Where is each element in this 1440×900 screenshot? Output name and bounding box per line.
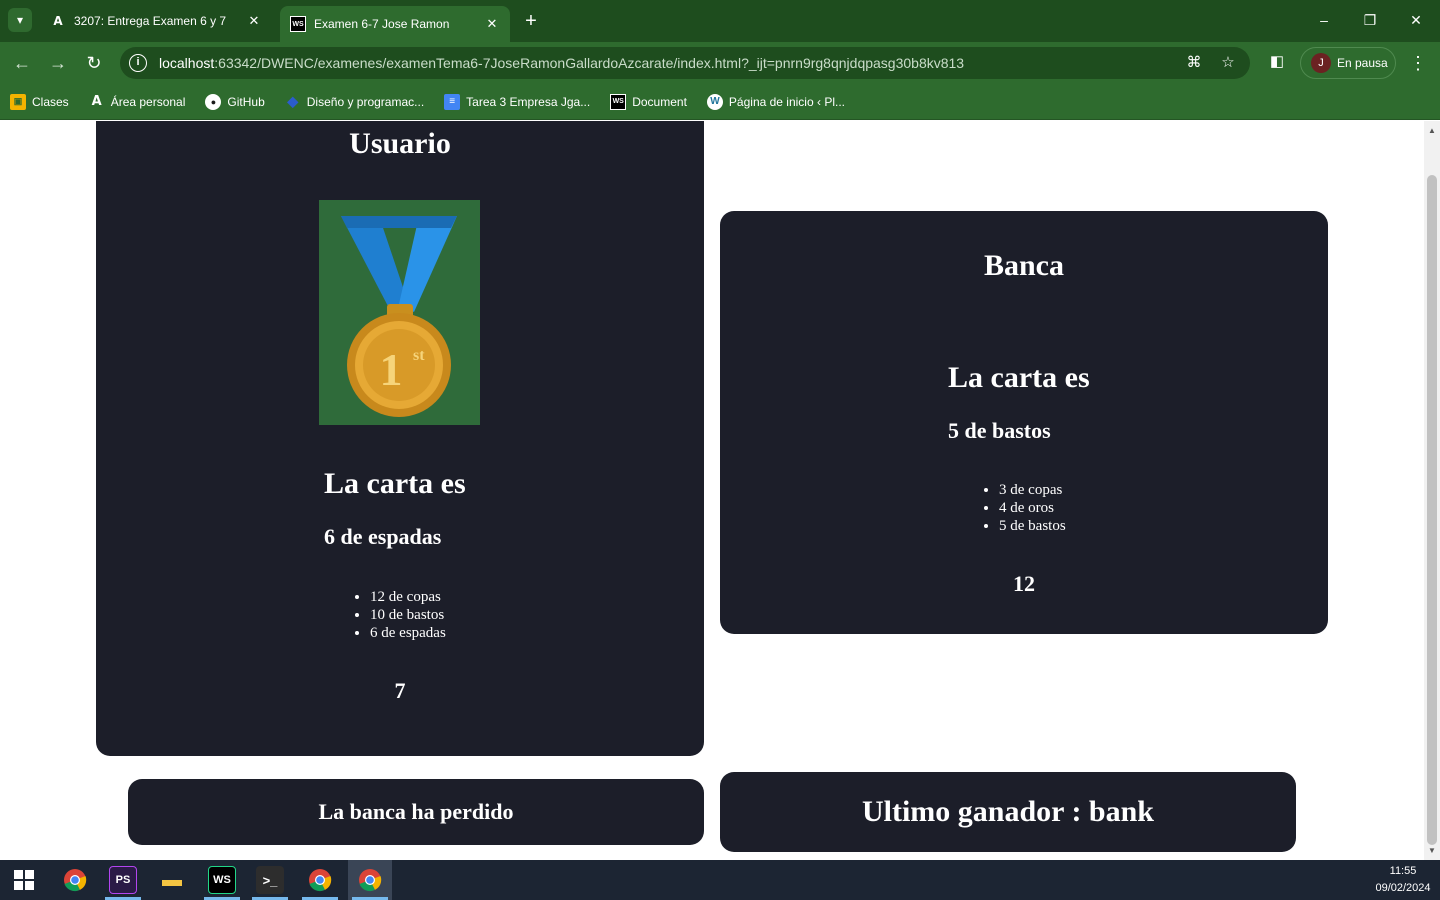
a-icon: A <box>53 14 63 28</box>
ws-icon: WS <box>610 93 627 110</box>
file-explorer-icon[interactable]: ▬ <box>158 866 186 894</box>
tab-title: 3207: Entrega Examen 6 y 7 <box>74 14 227 28</box>
docs-icon: ≡ <box>444 93 461 110</box>
phpstorm-icon[interactable]: PS <box>109 866 137 894</box>
windows-start-icon[interactable] <box>14 870 34 890</box>
address-bar[interactable]: i localhost:63342/DWENC/examenes/examenT… <box>120 47 1250 79</box>
list-item: 4 de oros <box>999 499 1066 517</box>
chrome-profile-icon[interactable] <box>306 866 334 894</box>
new-tab-plus-icon[interactable]: + <box>520 10 542 32</box>
side-panel-icon[interactable]: ◧ <box>1268 53 1286 71</box>
scroll-thumb[interactable] <box>1427 175 1437 845</box>
bookmark-star-icon[interactable]: ☆ <box>1218 53 1238 73</box>
design-icon: ◆ <box>287 93 299 109</box>
tab-search-chevron-icon[interactable]: ▾ <box>8 8 32 32</box>
list-item: 12 de copas <box>370 588 446 606</box>
webstorm-icon[interactable]: WS <box>208 866 236 894</box>
close-window-icon[interactable]: ✕ <box>1404 8 1428 32</box>
svg-text:1: 1 <box>380 344 403 395</box>
bookmark-label: Diseño y programac... <box>306 94 425 109</box>
chrome-icon[interactable] <box>61 866 89 894</box>
user-total: 7 <box>394 678 406 703</box>
svg-text:st: st <box>413 347 425 364</box>
bookmark-github[interactable]: ● GitHub <box>205 93 265 110</box>
list-item: 10 de bastos <box>370 606 446 624</box>
bookmark-tarea-3[interactable]: ≡ Tarea 3 Empresa Jga... <box>444 93 591 110</box>
scroll-up-icon[interactable]: ▲ <box>1428 127 1436 135</box>
github-icon: ● <box>205 93 222 110</box>
kebab-menu-icon[interactable]: ⋮ <box>1408 51 1428 75</box>
translate-icon[interactable]: ⌘ <box>1184 53 1204 73</box>
windows-taskbar: PS ▬ WS >_ 11:55 09/02/2024 <box>0 860 1440 900</box>
bookmark-area-personal[interactable]: A Área personal <box>89 94 186 110</box>
user-panel: Usuario 1 st La carta es 6 de espadas 12… <box>96 121 704 756</box>
a-icon: A <box>91 94 102 109</box>
bookmark-document[interactable]: WS Document <box>610 93 687 110</box>
clock[interactable]: 11:55 09/02/2024 <box>1370 863 1436 897</box>
site-info-icon[interactable]: i <box>129 54 147 72</box>
chrome-active-icon[interactable] <box>348 860 392 900</box>
bookmark-label: Document <box>632 94 687 109</box>
clock-date: 09/02/2024 <box>1375 882 1431 894</box>
tab-entrega-examen[interactable]: A 3207: Entrega Examen 6 y 7 ✕ <box>40 6 272 36</box>
bookmark-pagina-inicio[interactable]: W Página de inicio ‹ Pl... <box>706 93 845 110</box>
wordpress-icon: W <box>706 93 723 110</box>
user-current-card: 6 de espadas <box>324 524 442 549</box>
list-item: 5 de bastos <box>999 517 1066 535</box>
tab-title: Examen 6-7 Jose Ramon <box>314 17 450 31</box>
bank-current-card: 5 de bastos <box>948 418 1051 443</box>
ws-icon: WS <box>290 16 306 32</box>
classroom-icon: ▣ <box>10 93 26 110</box>
bank-card-list: 3 de copas 4 de oros 5 de bastos <box>999 481 1066 535</box>
bank-card-label: La carta es <box>948 361 1090 394</box>
avatar: J <box>1311 53 1331 73</box>
close-icon[interactable]: ✕ <box>484 16 500 32</box>
bookmark-diseno[interactable]: ◆ Diseño y programac... <box>285 93 425 110</box>
bookmark-label: Clases <box>32 94 69 109</box>
profile-status: En pausa <box>1337 56 1388 70</box>
bank-total: 12 <box>1013 571 1035 596</box>
bookmark-label: Tarea 3 Empresa Jga... <box>466 94 591 109</box>
list-item: 6 de espadas <box>370 624 446 642</box>
tab-strip: ▾ A 3207: Entrega Examen 6 y 7 ✕ WS Exam… <box>0 0 1440 42</box>
browser-toolbar: ← → ↻ i localhost:63342/DWENC/examenes/e… <box>0 42 1440 84</box>
user-card-label: La carta es <box>324 467 466 500</box>
scroll-down-icon[interactable]: ▼ <box>1428 847 1436 855</box>
last-winner-message: Ultimo ganador : bank <box>720 772 1296 852</box>
close-icon[interactable]: ✕ <box>246 13 262 29</box>
terminal-icon[interactable]: >_ <box>256 866 284 894</box>
url-text[interactable]: localhost:63342/DWENC/examenes/examenTem… <box>159 55 964 71</box>
profile-button[interactable]: J En pausa <box>1300 47 1396 79</box>
bookmark-label: Área personal <box>110 94 186 109</box>
page-viewport: Usuario 1 st La carta es 6 de espadas 12… <box>0 121 1424 860</box>
medal-image: 1 st <box>319 200 480 425</box>
bank-panel: Banca La carta es 5 de bastos 3 de copas… <box>720 211 1328 634</box>
page-scrollbar[interactable]: ▲ ▼ <box>1424 121 1440 860</box>
bookmark-label: GitHub <box>227 94 265 109</box>
clock-time: 11:55 <box>1389 865 1417 877</box>
user-card-list: 12 de copas 10 de bastos 6 de espadas <box>370 588 446 642</box>
url-host: localhost <box>159 55 215 71</box>
result-message: La banca ha perdido <box>128 779 704 845</box>
bank-title: Banca <box>983 249 1064 282</box>
back-arrow-icon[interactable]: ← <box>10 51 34 75</box>
minimize-icon[interactable]: – <box>1312 8 1336 32</box>
forward-arrow-icon[interactable]: → <box>46 51 70 75</box>
restore-icon[interactable]: ❐ <box>1358 8 1382 32</box>
list-item: 3 de copas <box>999 481 1066 499</box>
bookmarks-bar: ▣ Clases A Área personal ● GitHub ◆ Dise… <box>0 84 1440 120</box>
url-path: :63342/DWENC/examenes/examenTema6-7JoseR… <box>214 55 965 71</box>
gold-medal-icon: 1 st <box>341 216 457 417</box>
tab-examen-jose-ramon[interactable]: WS Examen 6-7 Jose Ramon ✕ <box>280 6 510 42</box>
user-title: Usuario <box>349 127 451 160</box>
bookmark-label: Página de inicio ‹ Pl... <box>728 94 845 109</box>
reload-icon[interactable]: ↻ <box>82 51 106 75</box>
bookmark-clases[interactable]: ▣ Clases <box>10 93 69 110</box>
